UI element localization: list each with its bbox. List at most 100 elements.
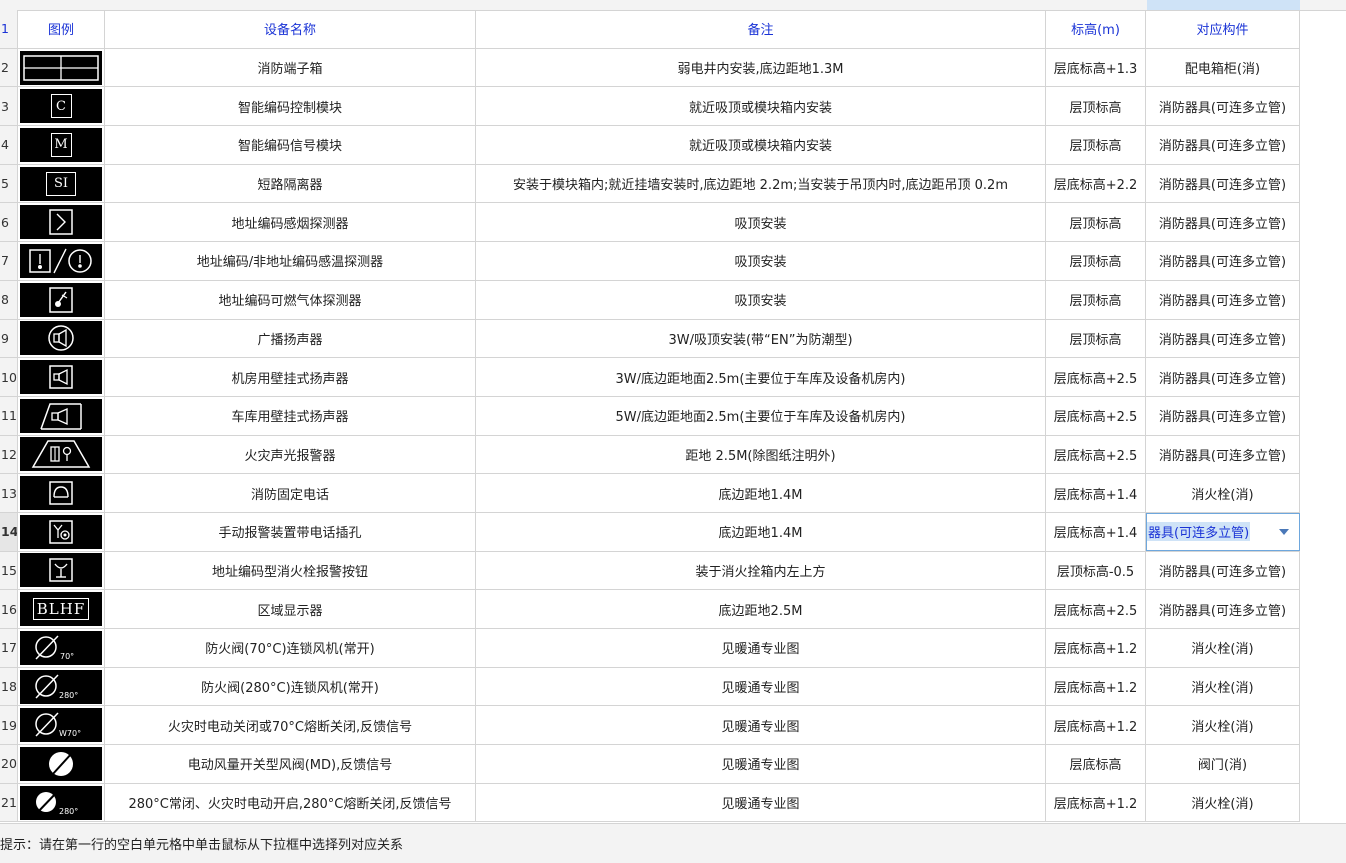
device-name-cell[interactable]: 电动风量开关型风阀(MD),反馈信号: [105, 745, 476, 783]
note-cell[interactable]: 见暖通专业图: [476, 667, 1046, 706]
elevation-cell[interactable]: 层顶标高-0.5: [1046, 551, 1146, 590]
note-cell[interactable]: 弱电井内安装,底边距地1.3M: [476, 48, 1046, 87]
header-cell-elevation[interactable]: 标高(m): [1046, 10, 1146, 48]
note-cell[interactable]: 吸顶安装: [476, 203, 1046, 242]
device-name-cell[interactable]: 广播扬声器: [105, 319, 476, 358]
legend-cell[interactable]: 280°: [18, 783, 105, 822]
mapping-cell[interactable]: 消防器具(可连多立管): [1146, 126, 1300, 164]
legend-cell[interactable]: [18, 48, 105, 87]
legend-cell[interactable]: 70°: [18, 629, 105, 667]
note-cell[interactable]: 安装于模块箱内;就近挂墙安装时,底边距地 2.2m;当安装于吊顶内时,底边距吊顶…: [476, 164, 1046, 203]
elevation-cell[interactable]: 层底标高+2.5: [1046, 435, 1146, 474]
mapping-cell[interactable]: 配电箱柜(消): [1146, 48, 1300, 87]
elevation-cell[interactable]: 层顶标高: [1046, 87, 1146, 126]
mapping-cell[interactable]: 消防器具(可连多立管): [1146, 435, 1300, 474]
note-cell[interactable]: 就近吸顶或模块箱内安装: [476, 87, 1046, 126]
mapping-cell[interactable]: 阀门(消): [1146, 745, 1300, 783]
mapping-cell[interactable]: 消防器具(可连多立管): [1146, 242, 1300, 280]
note-cell[interactable]: 吸顶安装: [476, 280, 1046, 319]
device-name-cell[interactable]: 消防端子箱: [105, 48, 476, 87]
legend-cell[interactable]: [18, 551, 105, 590]
chevron-down-icon[interactable]: [1279, 528, 1289, 535]
device-name-cell[interactable]: 火灾时电动关闭或70°C熔断关闭,反馈信号: [105, 706, 476, 745]
legend-cell[interactable]: C: [18, 87, 105, 126]
note-cell[interactable]: 见暖通专业图: [476, 629, 1046, 667]
elevation-cell[interactable]: 层底标高+1.4: [1046, 512, 1146, 551]
note-cell[interactable]: 5W/底边距地面2.5m(主要位于车库及设备机房内): [476, 396, 1046, 435]
note-cell[interactable]: 3W/底边距地面2.5m(主要位于车库及设备机房内): [476, 358, 1046, 396]
elevation-cell[interactable]: 层底标高+2.5: [1046, 590, 1146, 628]
mapping-cell[interactable]: 消防器具(可连多立管): [1146, 396, 1300, 435]
legend-cell[interactable]: W70°: [18, 706, 105, 745]
device-name-cell[interactable]: 车库用壁挂式扬声器: [105, 396, 476, 435]
legend-cell[interactable]: [18, 242, 105, 280]
elevation-cell[interactable]: 层底标高+2.5: [1046, 358, 1146, 396]
legend-cell[interactable]: [18, 435, 105, 474]
elevation-cell[interactable]: 层顶标高: [1046, 203, 1146, 242]
device-name-cell[interactable]: 防火阀(70°C)连锁风机(常开): [105, 629, 476, 667]
note-cell[interactable]: 底边距地2.5M: [476, 590, 1046, 628]
elevation-cell[interactable]: 层顶标高: [1046, 280, 1146, 319]
device-name-cell[interactable]: 280°C常闭、火灾时电动开启,280°C熔断关闭,反馈信号: [105, 783, 476, 822]
header-cell-mapping[interactable]: 对应构件: [1146, 10, 1300, 48]
device-name-cell[interactable]: 地址编码感烟探测器: [105, 203, 476, 242]
device-name-cell[interactable]: 区域显示器: [105, 590, 476, 628]
legend-cell[interactable]: [18, 745, 105, 783]
header-cell-name[interactable]: 设备名称: [105, 10, 476, 48]
legend-cell[interactable]: SI: [18, 164, 105, 203]
mapping-cell[interactable]: 消防器具(可连多立管): [1146, 87, 1300, 126]
legend-cell[interactable]: BLHF: [18, 590, 105, 628]
mapping-cell[interactable]: 消火栓(消): [1146, 667, 1300, 706]
legend-cell[interactable]: [18, 358, 105, 396]
mapping-cell[interactable]: 消防器具(可连多立管): [1146, 319, 1300, 358]
device-name-cell[interactable]: 智能编码控制模块: [105, 87, 476, 126]
legend-cell[interactable]: [18, 203, 105, 242]
mapping-cell[interactable]: 消火栓(消): [1146, 706, 1300, 745]
device-name-cell[interactable]: 地址编码/非地址编码感温探测器: [105, 242, 476, 280]
mapping-cell[interactable]: 消防器具(可连多立管): [1146, 590, 1300, 628]
device-name-cell[interactable]: 消防固定电话: [105, 474, 476, 512]
note-cell[interactable]: 见暖通专业图: [476, 706, 1046, 745]
mapping-cell[interactable]: 消防器具(可连多立管): [1146, 164, 1300, 203]
device-name-cell[interactable]: 机房用壁挂式扬声器: [105, 358, 476, 396]
mapping-cell[interactable]: 消火栓(消): [1146, 474, 1300, 512]
mapping-dropdown[interactable]: 器具(可连多立管): [1146, 512, 1300, 551]
mapping-cell[interactable]: 消防器具(可连多立管): [1146, 551, 1300, 590]
elevation-cell[interactable]: 层底标高+1.2: [1046, 629, 1146, 667]
elevation-cell[interactable]: 层底标高: [1046, 745, 1146, 783]
note-cell[interactable]: 3W/吸顶安装(带“EN”为防潮型): [476, 319, 1046, 358]
mapping-cell[interactable]: 消防器具(可连多立管): [1146, 358, 1300, 396]
device-name-cell[interactable]: 火灾声光报警器: [105, 435, 476, 474]
legend-cell[interactable]: [18, 474, 105, 512]
note-cell[interactable]: 距地 2.5M(除图纸注明外): [476, 435, 1046, 474]
header-cell-note[interactable]: 备注: [476, 10, 1046, 48]
elevation-cell[interactable]: 层底标高+1.2: [1046, 706, 1146, 745]
elevation-cell[interactable]: 层底标高+1.4: [1046, 474, 1146, 512]
legend-cell[interactable]: M: [18, 126, 105, 164]
device-name-cell[interactable]: 防火阀(280°C)连锁风机(常开): [105, 667, 476, 706]
legend-cell[interactable]: [18, 319, 105, 358]
note-cell[interactable]: 底边距地1.4M: [476, 474, 1046, 512]
note-cell[interactable]: 装于消火拴箱内左上方: [476, 551, 1046, 590]
note-cell[interactable]: 底边距地1.4M: [476, 512, 1046, 551]
mapping-cell[interactable]: 消防器具(可连多立管): [1146, 280, 1300, 319]
note-cell[interactable]: 见暖通专业图: [476, 783, 1046, 822]
mapping-cell[interactable]: 消防器具(可连多立管): [1146, 203, 1300, 242]
header-cell-icon[interactable]: 图例: [18, 10, 105, 48]
elevation-cell[interactable]: 层底标高+1.3: [1046, 48, 1146, 87]
note-cell[interactable]: 就近吸顶或模块箱内安装: [476, 126, 1046, 164]
elevation-cell[interactable]: 层底标高+1.2: [1046, 667, 1146, 706]
mapping-cell[interactable]: 消火栓(消): [1146, 783, 1300, 822]
device-name-cell[interactable]: 手动报警装置带电话插孔: [105, 512, 476, 551]
device-name-cell[interactable]: 短路隔离器: [105, 164, 476, 203]
device-name-cell[interactable]: 智能编码信号模块: [105, 126, 476, 164]
elevation-cell[interactable]: 层顶标高: [1046, 319, 1146, 358]
legend-cell[interactable]: [18, 280, 105, 319]
elevation-cell[interactable]: 层顶标高: [1046, 242, 1146, 280]
note-cell[interactable]: 吸顶安装: [476, 242, 1046, 280]
device-name-cell[interactable]: 地址编码可燃气体探测器: [105, 280, 476, 319]
device-name-cell[interactable]: 地址编码型消火栓报警按钮: [105, 551, 476, 590]
elevation-cell[interactable]: 层底标高+2.5: [1046, 396, 1146, 435]
elevation-cell[interactable]: 层底标高+1.2: [1046, 783, 1146, 822]
legend-cell[interactable]: [18, 512, 105, 551]
